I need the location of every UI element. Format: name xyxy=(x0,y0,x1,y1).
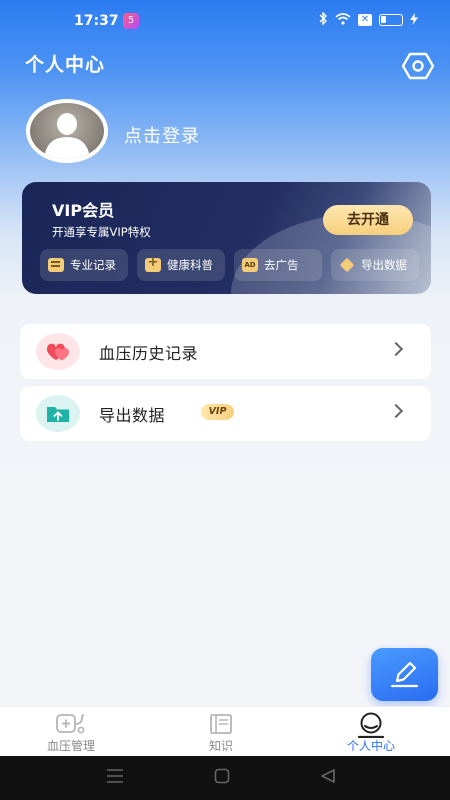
menu-item-export-data[interactable]: 导出数据 VIP xyxy=(20,386,431,441)
pencil-icon xyxy=(390,661,419,688)
home-nav-icon[interactable] xyxy=(214,768,230,784)
bottom-tabbar: 血压管理 知识 个人中心 xyxy=(0,706,450,756)
status-icons: ✕ xyxy=(318,11,418,28)
edit-fab-button[interactable] xyxy=(371,648,438,701)
battery-icon xyxy=(379,14,403,26)
menu-nav-icon[interactable] xyxy=(106,768,124,784)
sim-off-icon: ✕ xyxy=(358,14,372,26)
tab-profile[interactable]: 个人中心 xyxy=(326,707,416,757)
document-icon xyxy=(48,258,64,272)
vip-feature-label: 健康科普 xyxy=(167,258,213,272)
ad-icon: AD xyxy=(242,258,258,272)
chevron-right-icon xyxy=(388,341,404,357)
chevron-right-icon xyxy=(388,403,404,419)
vip-card[interactable]: VIP会员 开通享专属VIP特权 去开通 专业记录 健康科普 AD 去广告 导出… xyxy=(22,182,431,294)
tab-label: 血压管理 xyxy=(46,739,95,753)
settings-button[interactable] xyxy=(401,52,435,80)
vip-title: VIP会员 xyxy=(52,201,115,220)
system-navbar xyxy=(0,756,450,800)
bp-monitor-icon xyxy=(56,714,85,734)
vip-subtitle: 开通享专属VIP特权 xyxy=(52,225,151,239)
vip-open-button[interactable]: 去开通 xyxy=(323,205,413,235)
vip-feature-pro-record[interactable]: 专业记录 xyxy=(40,249,128,281)
wifi-icon xyxy=(335,12,351,28)
vip-feature-health-science[interactable]: 健康科普 xyxy=(137,249,225,281)
book-icon xyxy=(210,714,232,734)
vip-feature-export-data[interactable]: 导出数据 xyxy=(331,249,419,281)
vip-feature-label: 去广告 xyxy=(264,258,299,272)
charging-icon xyxy=(410,12,418,28)
hearts-icon xyxy=(36,333,80,370)
bluetooth-icon xyxy=(318,11,328,28)
tab-knowledge[interactable]: 知识 xyxy=(176,707,266,757)
notification-app-icon: 5 xyxy=(123,13,139,29)
vip-feature-label: 导出数据 xyxy=(361,258,407,272)
vip-feature-label: 专业记录 xyxy=(70,258,116,272)
person-icon xyxy=(357,712,385,738)
menu-label: 导出数据 xyxy=(99,406,166,425)
tab-label: 个人中心 xyxy=(346,739,395,753)
status-time: 17:37 xyxy=(74,13,119,29)
medkit-icon xyxy=(145,255,161,272)
default-avatar-icon xyxy=(30,103,104,159)
box-icon xyxy=(339,258,355,272)
menu-item-bp-history[interactable]: 血压历史记录 xyxy=(20,324,431,379)
tab-bp-management[interactable]: 血压管理 xyxy=(26,707,116,757)
avatar[interactable] xyxy=(26,99,108,163)
vip-feature-remove-ads[interactable]: AD 去广告 xyxy=(234,249,322,281)
settings-hexagon-icon xyxy=(401,52,435,80)
menu-label: 血压历史记录 xyxy=(99,344,199,363)
login-link[interactable]: 点击登录 xyxy=(124,122,200,148)
vip-badge: VIP xyxy=(201,404,234,420)
status-bar: 17:37 5 ✕ xyxy=(0,8,450,34)
back-nav-icon[interactable] xyxy=(320,768,336,784)
folder-upload-icon xyxy=(36,395,80,432)
tab-label: 知识 xyxy=(208,739,233,753)
page-title: 个人中心 xyxy=(25,54,106,76)
